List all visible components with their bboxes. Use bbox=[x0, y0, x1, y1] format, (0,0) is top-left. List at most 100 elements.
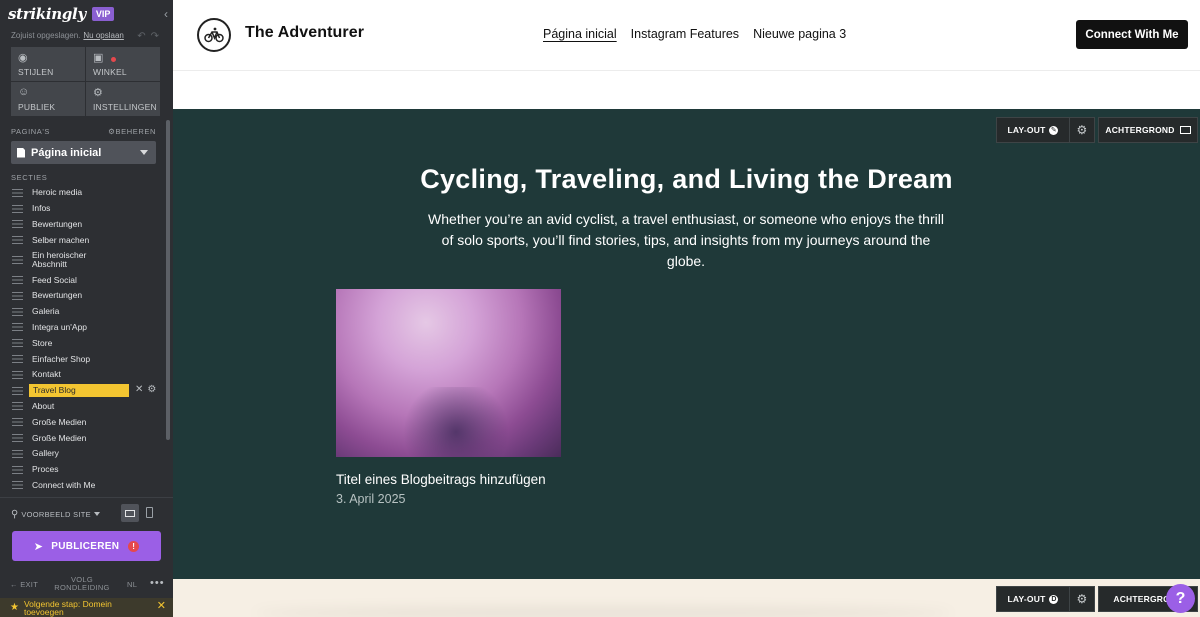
tour-button[interactable]: VOLG RONDLEIDING bbox=[52, 576, 112, 592]
next-step-text: Volgende stap: Domein toevoegen bbox=[23, 598, 112, 617]
section-item[interactable]: Integra un'App bbox=[0, 320, 173, 336]
section-item[interactable]: Bewertungen bbox=[0, 288, 173, 304]
drag-handle-icon[interactable] bbox=[12, 355, 23, 364]
drag-handle-icon[interactable] bbox=[12, 449, 23, 458]
section-label: Heroic media bbox=[32, 187, 83, 198]
drag-handle-icon[interactable] bbox=[12, 323, 23, 332]
current-page-label: Página inicial bbox=[31, 146, 102, 159]
drag-handle-icon[interactable] bbox=[12, 204, 23, 213]
arrow-left-icon: ← bbox=[10, 580, 18, 589]
language-button[interactable]: NL bbox=[127, 580, 137, 589]
blog-post-card[interactable]: Titel eines Blogbeitrags hinzufügen 3. A… bbox=[336, 289, 561, 506]
section-settings-button[interactable]: ⚙ bbox=[1069, 586, 1095, 612]
nav-item-instagram[interactable]: Instagram Features bbox=[631, 27, 739, 41]
drag-handle-icon[interactable] bbox=[12, 236, 23, 245]
close-icon[interactable]: ✕ bbox=[157, 601, 166, 612]
nav-item-new-page[interactable]: Nieuwe pagina 3 bbox=[753, 27, 846, 41]
section-item[interactable]: Heroic media bbox=[0, 185, 173, 201]
sections-heading: SECTIES bbox=[11, 172, 48, 182]
section-label: Große Medien bbox=[32, 432, 87, 443]
drag-handle-icon[interactable] bbox=[12, 188, 23, 197]
chevron-down-icon bbox=[140, 150, 148, 155]
section-item-active[interactable]: Travel Blog ✕⚙ bbox=[0, 383, 173, 399]
blog-post-image[interactable] bbox=[336, 289, 561, 457]
section-item[interactable]: Selber machen bbox=[0, 232, 173, 248]
blog-post-title[interactable]: Titel eines Blogbeitrags hinzufügen bbox=[336, 472, 561, 487]
notification-dot bbox=[111, 57, 116, 62]
background-button[interactable]: ACHTERGROND bbox=[1098, 117, 1198, 143]
connect-button[interactable]: Connect With Me bbox=[1076, 20, 1188, 49]
gear-icon: ⚙ bbox=[1076, 592, 1088, 606]
store-button[interactable]: ▣ WINKEL bbox=[86, 47, 160, 81]
section-item[interactable]: Store bbox=[0, 335, 173, 351]
layout-button[interactable]: LAY-OUT D bbox=[996, 586, 1070, 612]
delete-section-icon[interactable]: ✕ bbox=[135, 384, 147, 395]
drag-handle-icon[interactable] bbox=[12, 402, 23, 411]
drag-handle-icon[interactable] bbox=[12, 220, 23, 229]
help-button[interactable]: ? bbox=[1166, 584, 1195, 613]
drag-handle-icon[interactable] bbox=[12, 339, 23, 348]
preview-label: VOORBEELD SITE bbox=[21, 509, 91, 519]
audience-button[interactable]: ☺ PUBLIEK bbox=[11, 82, 85, 116]
section-label: Ein heroischer Abschnitt bbox=[32, 250, 87, 270]
section-item[interactable]: Galeria bbox=[0, 304, 173, 320]
desktop-view-button[interactable] bbox=[121, 504, 139, 522]
section-item[interactable]: Kontakt bbox=[0, 367, 173, 383]
nav-item-home[interactable]: Página inicial bbox=[543, 27, 617, 41]
section-item[interactable]: About bbox=[0, 399, 173, 415]
chevron-down-icon bbox=[93, 512, 100, 516]
section-settings-gear-icon[interactable]: ⚙ bbox=[147, 384, 160, 395]
section-item[interactable]: Feed Social bbox=[0, 272, 173, 288]
editor-sidebar: strikingly VIP ‹ Zojuist opgeslagen. Nu … bbox=[0, 0, 173, 617]
gear-icon: ⚙ bbox=[108, 127, 116, 136]
tool-grid: ◉ STIJLEN ▣ WINKEL ☺ PUBLIEK ⚙ INSTELLIN… bbox=[11, 47, 161, 116]
manage-pages-button[interactable]: ⚙BEHEREN bbox=[108, 127, 156, 136]
drag-handle-icon[interactable] bbox=[12, 370, 23, 379]
drag-handle-icon[interactable] bbox=[12, 434, 23, 443]
hero-subtitle[interactable]: Whether you’re an avid cyclist, a travel… bbox=[421, 209, 951, 272]
section-item[interactable]: Große Medien bbox=[0, 430, 173, 446]
section-item[interactable]: Bewertungen bbox=[0, 217, 173, 233]
layout-badge-icon: D bbox=[1049, 594, 1059, 604]
undo-redo-icons[interactable]: ↶↷ bbox=[137, 31, 164, 42]
drag-handle-icon[interactable] bbox=[12, 276, 23, 285]
next-step-banner[interactable]: ★ Volgende stap: Domein toevoegen ✕ bbox=[0, 598, 173, 617]
section-item[interactable]: Connect with Me bbox=[0, 478, 173, 494]
card-shadow bbox=[253, 607, 953, 617]
drag-handle-icon[interactable] bbox=[12, 291, 23, 300]
bicycle-logo-icon[interactable] bbox=[197, 18, 231, 52]
section-settings-button[interactable]: ⚙ bbox=[1069, 117, 1095, 143]
page-selector[interactable]: Página inicial bbox=[11, 141, 156, 164]
exit-button[interactable]: ← EXIT bbox=[10, 580, 38, 589]
layout-button[interactable]: LAY-OUT ✎ bbox=[996, 117, 1070, 143]
publish-button[interactable]: ➤ PUBLICEREN ! bbox=[12, 531, 161, 561]
section-item[interactable]: Infos bbox=[0, 201, 173, 217]
section-item[interactable]: Einfacher Shop bbox=[0, 351, 173, 367]
section-item[interactable]: Ein heroischer Abschnitt bbox=[0, 248, 173, 272]
site-title[interactable]: The Adventurer bbox=[245, 24, 364, 42]
more-options-icon[interactable]: ••• bbox=[150, 577, 165, 589]
sidebar-scrollbar[interactable] bbox=[166, 120, 170, 440]
hero-title[interactable]: Cycling, Traveling, and Living the Dream bbox=[173, 164, 1200, 195]
drag-handle-icon[interactable] bbox=[12, 307, 23, 316]
section-item[interactable]: Gallery bbox=[0, 446, 173, 462]
drag-handle-icon[interactable] bbox=[12, 256, 23, 265]
section-item[interactable]: Große Medien bbox=[0, 414, 173, 430]
image-icon bbox=[1179, 126, 1191, 134]
section-item[interactable]: Proces bbox=[0, 462, 173, 478]
drag-handle-icon[interactable] bbox=[12, 481, 23, 490]
drag-handle-icon[interactable] bbox=[12, 465, 23, 474]
section-label: Selber machen bbox=[32, 234, 90, 245]
sidebar-footer: ← EXIT VOLG RONDLEIDING NL ••• bbox=[0, 574, 173, 596]
drag-handle-icon[interactable] bbox=[12, 418, 23, 427]
section-actions: ✕⚙ bbox=[135, 384, 160, 395]
mobile-view-icon[interactable] bbox=[146, 507, 153, 518]
settings-button[interactable]: ⚙ INSTELLINGEN bbox=[86, 82, 160, 116]
styles-button[interactable]: ◉ STIJLEN bbox=[11, 47, 85, 81]
collapse-sidebar-icon[interactable]: ‹ bbox=[164, 7, 168, 21]
section-label: Infos bbox=[32, 203, 51, 214]
save-now-link[interactable]: Nu opslaan bbox=[83, 31, 123, 40]
section-label: Integra un'App bbox=[32, 321, 88, 332]
audience-label: PUBLIEK bbox=[18, 102, 56, 112]
drag-handle-icon[interactable] bbox=[12, 386, 23, 395]
